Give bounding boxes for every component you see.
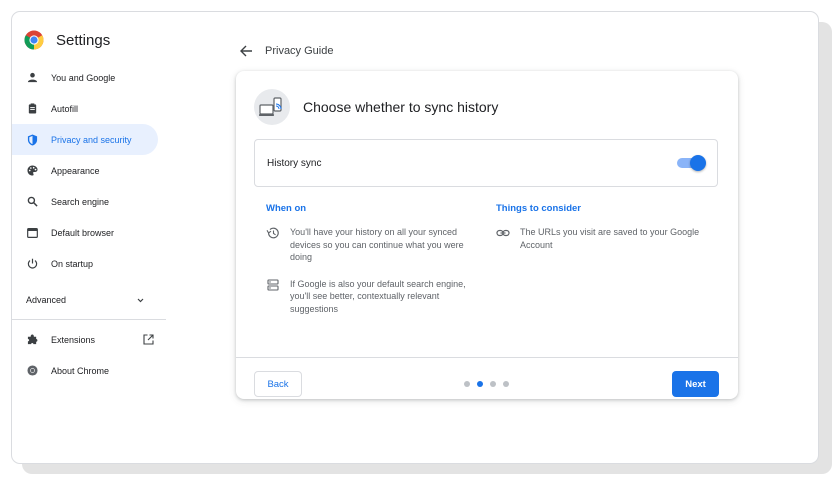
- person-icon: [26, 72, 38, 84]
- list-item-text: The URLs you visit are saved to your Goo…: [520, 227, 700, 250]
- step-dot-current: [477, 381, 483, 387]
- shield-icon: [26, 134, 38, 146]
- list-item-text: You'll have your history on all your syn…: [290, 227, 464, 262]
- sidebar-item-about-chrome[interactable]: About Chrome: [12, 355, 172, 386]
- search-engine-icon: [266, 278, 280, 292]
- sidebar-item-appearance[interactable]: Appearance: [12, 155, 172, 186]
- app-title: Settings: [56, 31, 111, 49]
- when-on-column: When on You'll have your history on all …: [266, 203, 486, 329]
- sidebar-item-privacy-and-security[interactable]: Privacy and security: [12, 124, 158, 155]
- link-icon: [496, 226, 510, 240]
- chrome-logo-icon: [24, 30, 44, 50]
- step-dot: [464, 381, 470, 387]
- sidebar-item-label: Privacy and security: [51, 134, 132, 145]
- sidebar-item-label: About Chrome: [51, 365, 110, 376]
- page-title: Privacy Guide: [265, 45, 334, 57]
- app-header: Settings: [24, 30, 110, 50]
- chevron-down-icon: [137, 295, 144, 305]
- palette-icon: [26, 165, 38, 177]
- sidebar-item-label: You and Google: [51, 72, 116, 83]
- toggle-knob: [690, 155, 706, 171]
- sidebar-item-label: Appearance: [51, 165, 100, 176]
- sidebar-item-label: Search engine: [51, 196, 110, 207]
- settings-window: Settings You and Google Autofill Privacy…: [11, 11, 819, 464]
- advanced-label: Advanced: [26, 295, 67, 305]
- things-to-consider-heading: Things to consider: [496, 203, 581, 214]
- history-sync-row[interactable]: History sync: [254, 139, 718, 187]
- list-item: You'll have your history on all your syn…: [266, 226, 486, 264]
- back-arrow-icon[interactable]: [239, 44, 253, 58]
- sidebar-item-on-startup[interactable]: On startup: [12, 248, 172, 279]
- chrome-small-icon: [26, 365, 38, 377]
- next-button[interactable]: Next: [672, 371, 719, 397]
- card-title: Choose whether to sync history: [303, 99, 499, 115]
- back-button[interactable]: Back: [254, 371, 302, 397]
- open-in-new-icon: [143, 334, 154, 345]
- step-dot: [503, 381, 509, 387]
- sidebar-item-search-engine[interactable]: Search engine: [12, 186, 172, 217]
- sidebar-item-you-and-google[interactable]: You and Google: [12, 62, 172, 93]
- clipboard-icon: [26, 103, 38, 115]
- sidebar-item-label: On startup: [51, 258, 94, 269]
- sidebar-item-default-browser[interactable]: Default browser: [12, 217, 172, 248]
- history-sync-label: History sync: [267, 157, 322, 169]
- sidebar-divider: [12, 319, 166, 320]
- browser-icon: [26, 227, 38, 239]
- step-indicator: [464, 381, 509, 387]
- sidebar-item-label: Extensions: [51, 334, 96, 345]
- card-header: Choose whether to sync history: [254, 89, 498, 125]
- list-item: The URLs you visit are saved to your Goo…: [496, 226, 716, 251]
- step-dot: [490, 381, 496, 387]
- sidebar-item-extensions[interactable]: Extensions: [12, 324, 172, 355]
- sidebar-item-autofill[interactable]: Autofill: [12, 93, 172, 124]
- sidebar-nav: You and Google Autofill Privacy and secu…: [12, 62, 172, 386]
- search-icon: [26, 196, 38, 208]
- power-icon: [26, 258, 38, 270]
- when-on-heading: When on: [266, 203, 307, 214]
- privacy-guide-card: Choose whether to sync history History s…: [236, 71, 738, 399]
- sidebar-item-label: Default browser: [51, 227, 115, 238]
- breadcrumb: Privacy Guide: [239, 44, 333, 58]
- list-item: If Google is also your default search en…: [266, 278, 486, 316]
- sync-devices-icon: [254, 89, 290, 125]
- sidebar-item-label: Autofill: [51, 103, 79, 114]
- card-footer-divider: [236, 357, 738, 358]
- puzzle-icon: [26, 334, 38, 346]
- history-sync-toggle[interactable]: [677, 155, 706, 171]
- things-to-consider-column: Things to consider The URLs you visit ar…: [496, 203, 716, 265]
- history-icon: [266, 226, 280, 240]
- advanced-toggle[interactable]: Advanced: [12, 285, 158, 315]
- list-item-text: If Google is also your default search en…: [290, 278, 466, 314]
